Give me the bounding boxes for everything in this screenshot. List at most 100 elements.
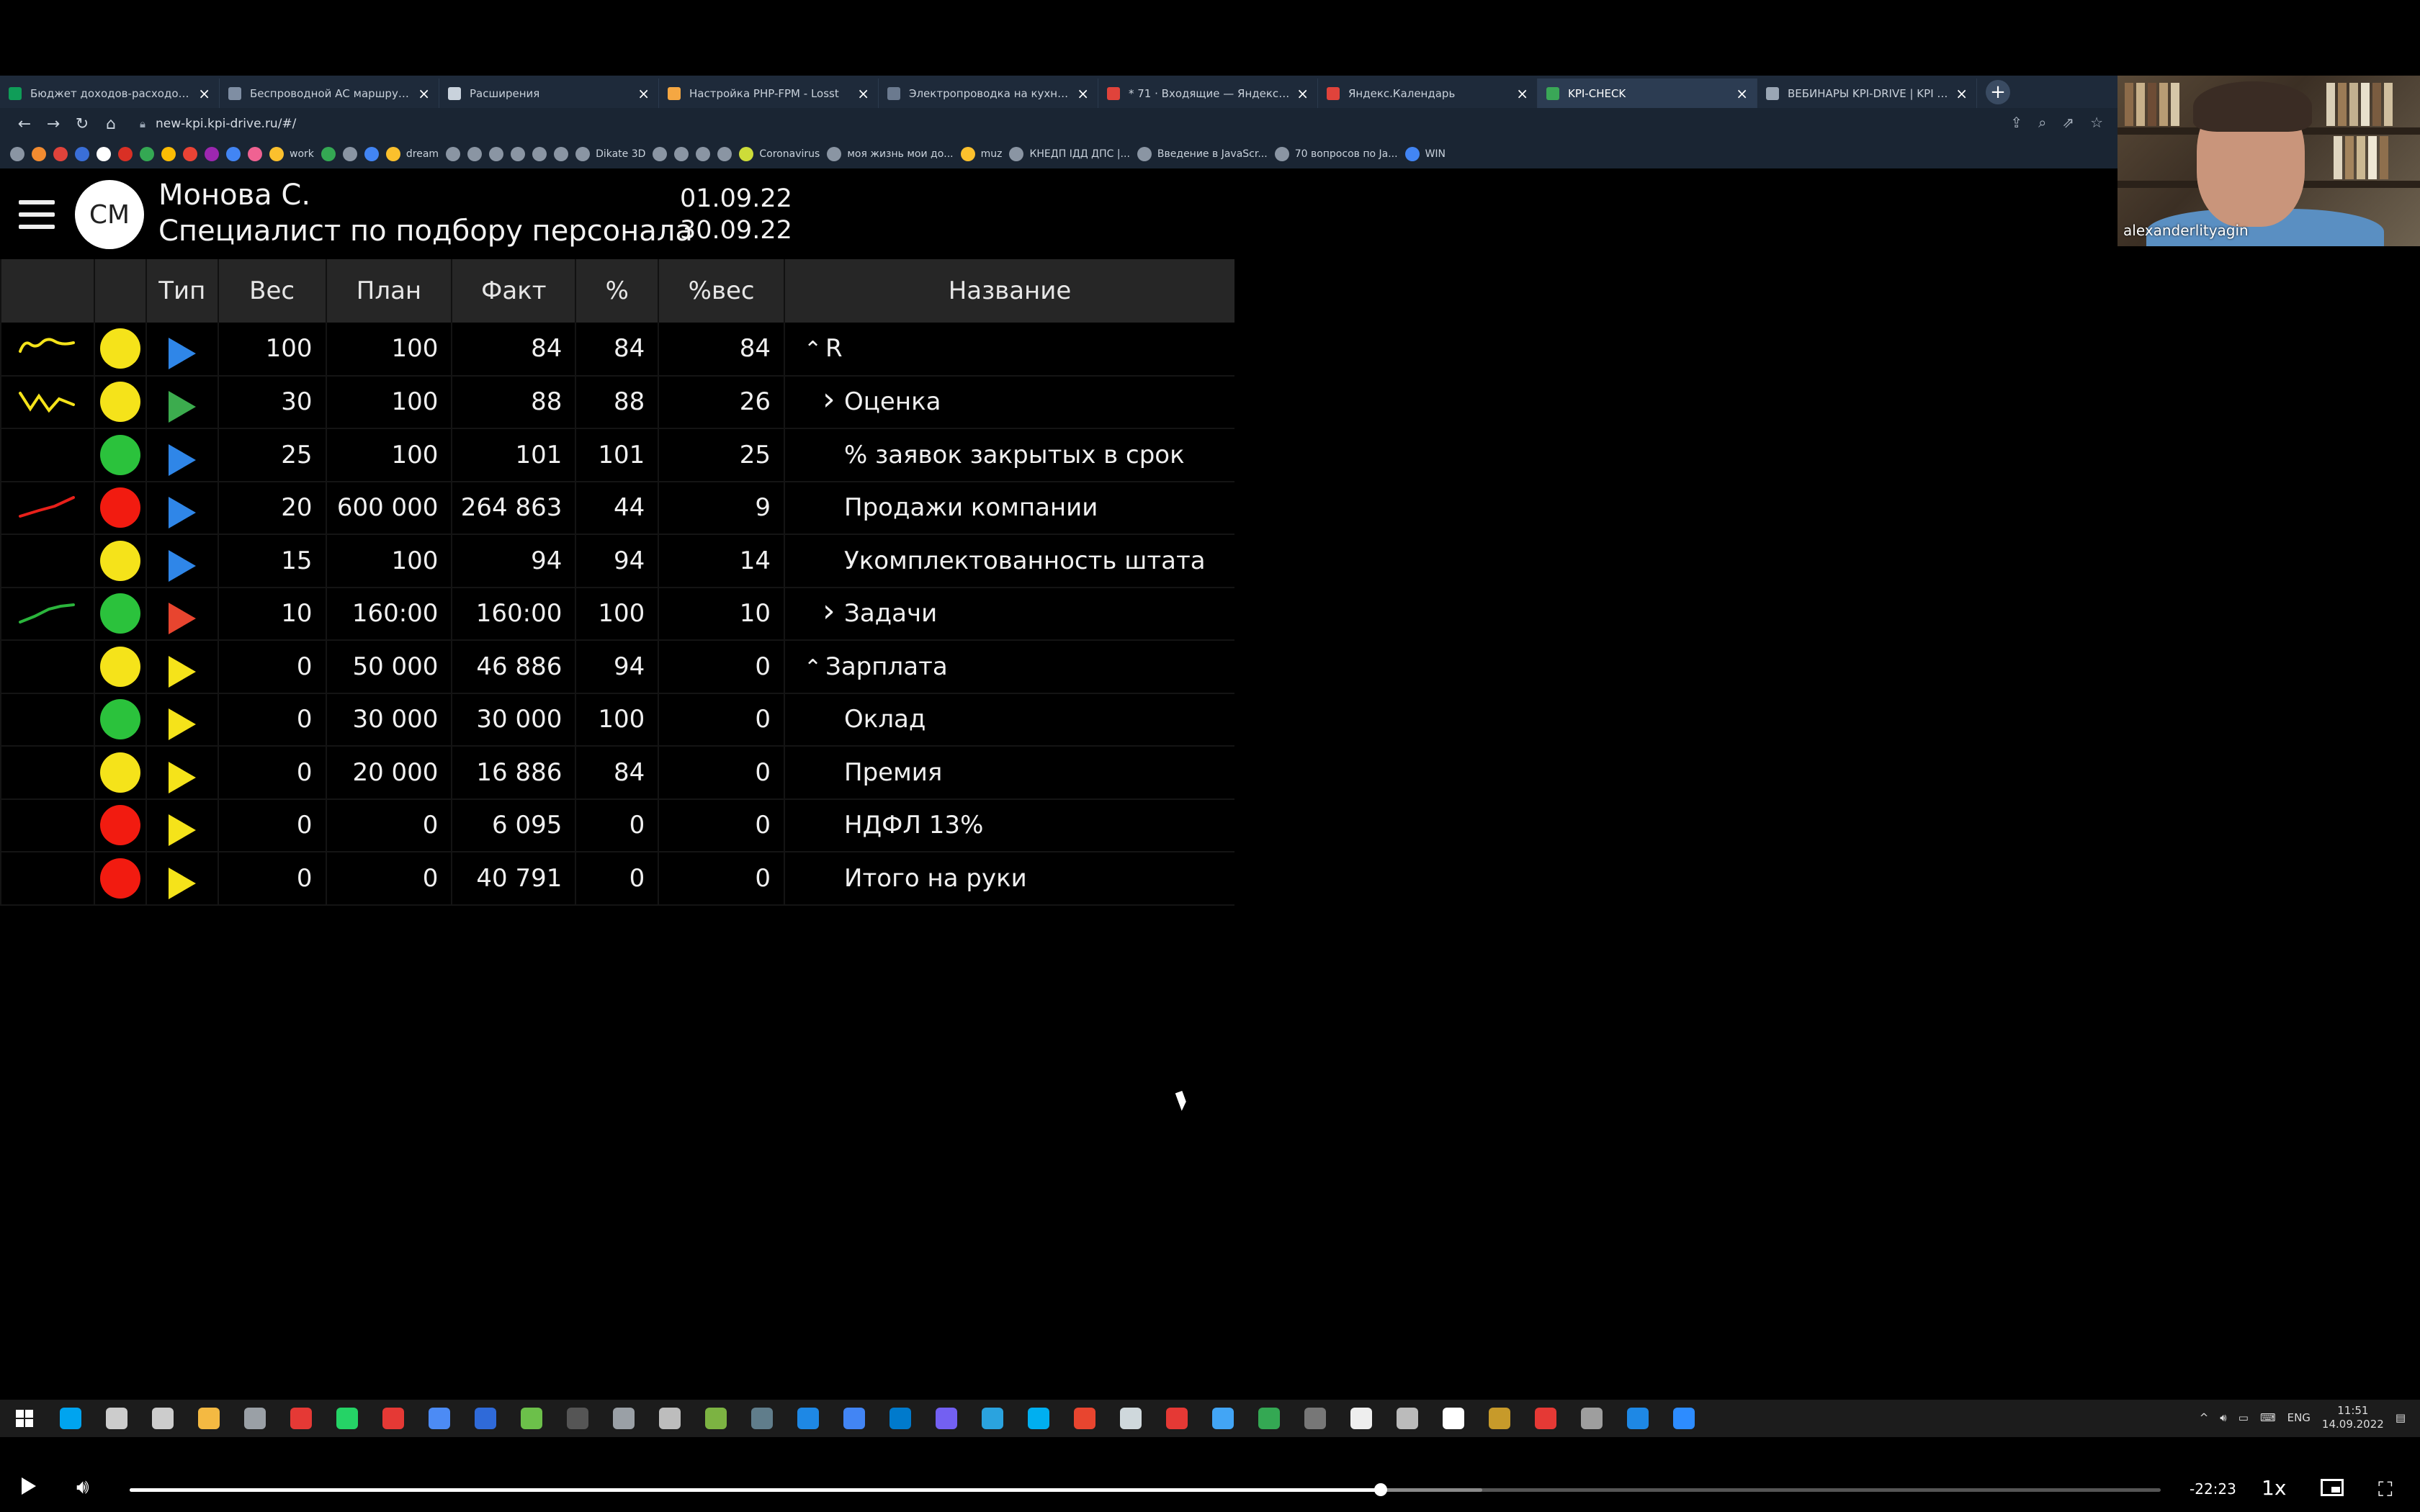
zoom-icon[interactable]: ⌕ bbox=[2038, 114, 2046, 131]
bookmark-item[interactable]: work bbox=[269, 147, 314, 161]
trend-sparkline-icon[interactable] bbox=[17, 492, 78, 523]
kpi-name-cell[interactable]: Итого на руки bbox=[784, 852, 1234, 906]
taskbar-app-icon[interactable] bbox=[56, 1404, 85, 1433]
tab-close-icon[interactable]: × bbox=[1516, 85, 1528, 102]
taskbar-app-icon[interactable] bbox=[748, 1404, 776, 1433]
network-tray-icon[interactable]: ▭ bbox=[2238, 1411, 2249, 1424]
column-header-fact[interactable]: Факт bbox=[451, 259, 576, 323]
type-play-icon[interactable] bbox=[168, 708, 196, 741]
bookmark-item[interactable]: моя жизнь мои до... bbox=[827, 147, 954, 161]
bookmark-item[interactable] bbox=[696, 147, 711, 161]
taskbar-app-icon[interactable] bbox=[886, 1404, 915, 1433]
taskbar-app-icon[interactable] bbox=[1024, 1404, 1053, 1433]
bookmark-item[interactable]: Dikate 3D bbox=[575, 147, 645, 161]
column-header-status[interactable] bbox=[93, 259, 146, 323]
taskbar-app-icon[interactable] bbox=[148, 1404, 177, 1433]
bookmark-item[interactable] bbox=[183, 147, 197, 161]
browser-tab[interactable]: Беспроводной АС маршрутиза × bbox=[220, 78, 439, 108]
type-play-icon[interactable] bbox=[168, 867, 196, 899]
taskbar-app-icon[interactable] bbox=[1623, 1404, 1652, 1433]
taskbar-app-icon[interactable] bbox=[702, 1404, 730, 1433]
taskbar-app-icon[interactable] bbox=[1393, 1404, 1422, 1433]
taskbar-app-icon[interactable] bbox=[1347, 1404, 1376, 1433]
taskbar-app-icon[interactable] bbox=[1670, 1404, 1698, 1433]
bookmark-item[interactable] bbox=[446, 147, 461, 161]
tab-close-icon[interactable]: × bbox=[1736, 85, 1748, 102]
table-row[interactable]: 100 100 84 84 84 ⌃ R bbox=[0, 323, 1234, 377]
bookmark-item[interactable] bbox=[342, 147, 357, 161]
menu-icon[interactable] bbox=[19, 200, 55, 229]
type-play-icon[interactable] bbox=[168, 549, 196, 582]
bookmark-item[interactable] bbox=[321, 147, 336, 161]
chevron-up-icon[interactable]: ⌃ bbox=[804, 655, 825, 680]
taskbar-app-icon[interactable] bbox=[794, 1404, 823, 1433]
chevron-up-icon[interactable]: ⌃ bbox=[804, 337, 825, 362]
taskbar-app-icon[interactable] bbox=[1301, 1404, 1330, 1433]
type-play-icon[interactable] bbox=[168, 497, 196, 529]
bookmark-item[interactable] bbox=[511, 147, 526, 161]
table-row[interactable]: 0 30 000 30 000 100 0 Оклад bbox=[0, 693, 1234, 747]
taskbar-app-icon[interactable] bbox=[1255, 1404, 1283, 1433]
chevron-right-icon[interactable]: › bbox=[823, 384, 844, 415]
type-play-icon[interactable] bbox=[168, 655, 196, 688]
picture-in-picture-icon[interactable] bbox=[2321, 1479, 2344, 1496]
kpi-name-cell[interactable]: Оклад bbox=[784, 693, 1234, 747]
tab-close-icon[interactable]: × bbox=[1077, 85, 1089, 102]
tab-close-icon[interactable]: × bbox=[1296, 85, 1309, 102]
taskbar-app-icon[interactable] bbox=[1116, 1404, 1145, 1433]
bookmark-item[interactable] bbox=[53, 147, 68, 161]
type-play-icon[interactable] bbox=[168, 444, 196, 476]
kpi-name-cell[interactable]: › Оценка bbox=[784, 375, 1234, 429]
bookmark-item[interactable]: WIN bbox=[1404, 147, 1446, 161]
back-icon[interactable]: ← bbox=[10, 115, 39, 133]
table-row[interactable]: 20 600 000 264 863 44 9 Продажи компании bbox=[0, 481, 1234, 535]
trend-sparkline-icon[interactable] bbox=[17, 598, 78, 629]
bookmark-item[interactable] bbox=[32, 147, 46, 161]
column-header-percent-weight[interactable]: %вес bbox=[658, 259, 785, 323]
keyboard-tray-icon[interactable]: ⌨ bbox=[2260, 1411, 2276, 1424]
star-icon[interactable]: ☆ bbox=[2090, 114, 2103, 131]
kpi-name-cell[interactable]: Продажи компании bbox=[784, 481, 1234, 535]
tab-close-icon[interactable]: × bbox=[857, 85, 869, 102]
table-row[interactable]: 0 50 000 46 886 94 0 ⌃ Зарплата bbox=[0, 640, 1234, 694]
kpi-name-cell[interactable]: НДФЛ 13% bbox=[784, 798, 1234, 852]
bookmark-item[interactable]: Coronavirus bbox=[739, 147, 820, 161]
volume-icon[interactable]: 🔊︎ bbox=[76, 1475, 89, 1499]
type-play-icon[interactable] bbox=[168, 761, 196, 793]
seek-bar[interactable] bbox=[130, 1483, 2161, 1496]
bookmark-item[interactable] bbox=[226, 147, 241, 161]
type-play-icon[interactable] bbox=[168, 338, 196, 370]
bookmark-item[interactable] bbox=[205, 147, 219, 161]
trend-sparkline-icon[interactable] bbox=[17, 386, 78, 418]
table-row[interactable]: 006 095 0 0 НДФЛ 13% bbox=[0, 798, 1234, 852]
bookmark-item[interactable] bbox=[118, 147, 133, 161]
bookmark-item[interactable]: Введение в JavaScr... bbox=[1137, 147, 1268, 161]
column-header-percent[interactable]: % bbox=[575, 259, 659, 323]
column-header-trend[interactable] bbox=[0, 259, 94, 323]
taskbar-app-icon[interactable] bbox=[194, 1404, 223, 1433]
type-play-icon[interactable] bbox=[168, 603, 196, 635]
kpi-name-cell[interactable]: Премия bbox=[784, 746, 1234, 800]
taskbar-app-icon[interactable] bbox=[655, 1404, 684, 1433]
tab-close-icon[interactable]: × bbox=[418, 85, 430, 102]
trend-sparkline-icon[interactable] bbox=[17, 333, 78, 364]
tab-close-icon[interactable]: × bbox=[1955, 85, 1968, 102]
bookmark-item[interactable] bbox=[75, 147, 89, 161]
taskbar-app-icon[interactable] bbox=[1577, 1404, 1606, 1433]
clock[interactable]: 11:51 14.09.2022 bbox=[2322, 1404, 2384, 1431]
table-row[interactable]: 25 100 101 101 25% заявок закрытых в срок bbox=[0, 428, 1234, 482]
browser-tab[interactable]: KPI-CHECK × bbox=[1538, 78, 1757, 108]
home-icon[interactable]: ⌂ bbox=[97, 115, 125, 133]
taskbar-app-icon[interactable] bbox=[1162, 1404, 1191, 1433]
new-tab-button[interactable]: + bbox=[1986, 79, 2010, 104]
bookmark-item[interactable] bbox=[97, 147, 111, 161]
forward-icon[interactable]: → bbox=[39, 115, 68, 133]
column-header-name[interactable]: Название bbox=[784, 259, 1234, 323]
bookmark-item[interactable] bbox=[364, 147, 379, 161]
bookmark-item[interactable] bbox=[674, 147, 689, 161]
table-row[interactable]: 0 20 000 16 886 84 0 Премия bbox=[0, 746, 1234, 800]
taskbar-app-icon[interactable] bbox=[425, 1404, 454, 1433]
table-row[interactable]: 0 0 40 791 0 0 Итого на руки bbox=[0, 852, 1234, 906]
browser-tab[interactable]: ВЕБИНАРЫ KPI-DRIVE | KPI Drive × bbox=[1757, 78, 1977, 108]
chevron-right-icon[interactable]: › bbox=[823, 595, 844, 627]
